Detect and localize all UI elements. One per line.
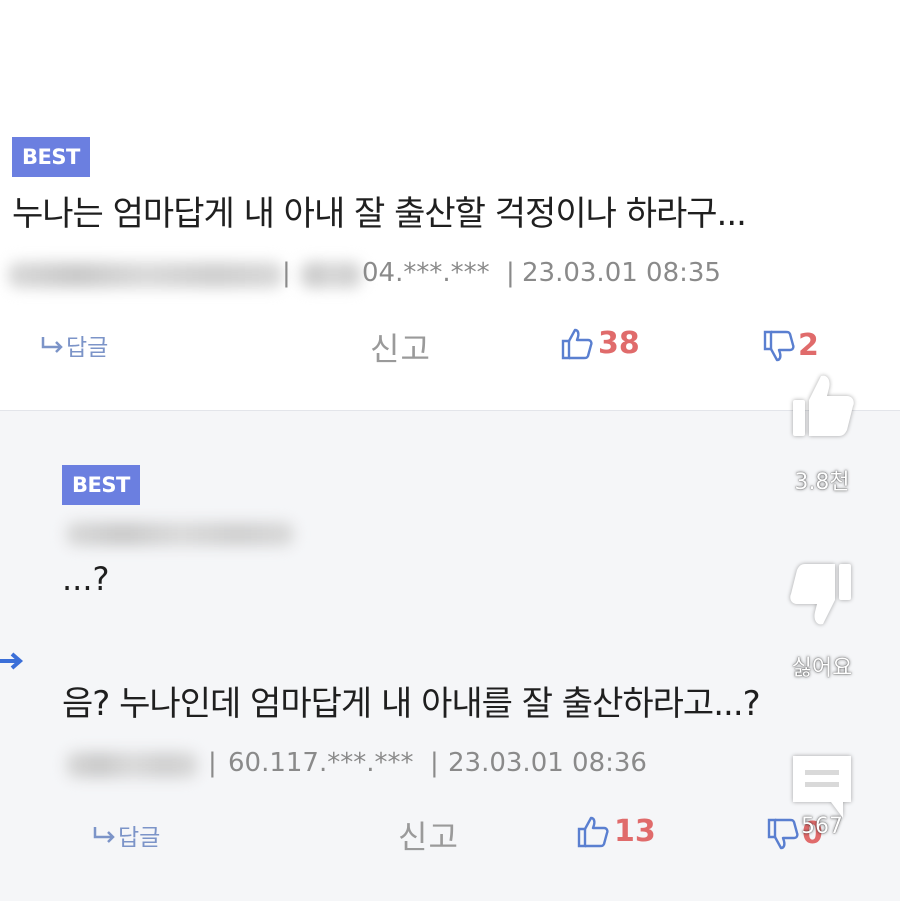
ip-address: 60.117.***.*** [228,748,414,778]
report-button[interactable]: 신고 [398,812,459,858]
thumbs-up-icon [561,328,593,359]
redacted-ip-prefix [300,262,362,288]
reply-arrow-icon [93,827,115,843]
overlay-dislike-button[interactable]: 싫어요 [782,560,862,682]
comment-text: ...? [62,560,110,598]
overlay-comment-button[interactable]: 567 [782,750,862,839]
ip-address: 04.***.*** [362,258,490,288]
redacted-username [8,262,283,288]
redacted-username [66,522,294,546]
thumbs-up-icon [577,816,609,847]
comment-icon [793,756,851,818]
overlay-like-count: 3.8천 [794,470,850,495]
comment-text: 누나는 엄마답게 내 아내 잘 출산할 걱정이나 하라구... [12,194,747,234]
timestamp: 23.03.01 08:36 [448,748,647,778]
dislike-button[interactable]: 2 [762,328,819,363]
comment-text: 음? 누나인데 엄마답게 내 아내를 잘 출산하라고...? [62,684,761,724]
reply-label: 답글 [118,825,161,851]
reply-button[interactable]: 답글 [92,818,160,852]
thumbs-down-icon [763,330,795,361]
arrow-right-icon [0,652,24,670]
timestamp: 23.03.01 08:35 [522,258,721,288]
redacted-username [66,752,198,778]
comment-meta: | 04.***.*** | 23.03.01 08:35 [0,256,760,296]
thumbs-down-icon [790,564,851,625]
meta-sep: | [208,748,217,778]
comment-meta: | 60.117.***.*** | 23.03.01 08:36 [0,746,700,786]
overlay-dislike-label: 싫어요 [791,656,853,681]
like-count: 13 [614,814,656,849]
thumbs-up-icon [793,375,854,436]
meta-sep: | [282,258,291,288]
best-badge: BEST [12,137,90,177]
reply-arrow-icon [41,337,63,353]
like-button[interactable]: 38 [560,326,640,361]
reply-button[interactable]: 답글 [40,328,108,362]
dislike-count: 2 [798,328,819,363]
reply-label: 답글 [66,335,109,361]
report-button[interactable]: 신고 [370,324,431,370]
meta-sep: | [430,748,439,778]
overlay-like-button[interactable]: 3.8천 [782,370,862,496]
best-badge: BEST [62,465,140,505]
like-count: 38 [598,326,640,361]
meta-sep: | [506,258,515,288]
like-button[interactable]: 13 [576,814,656,849]
